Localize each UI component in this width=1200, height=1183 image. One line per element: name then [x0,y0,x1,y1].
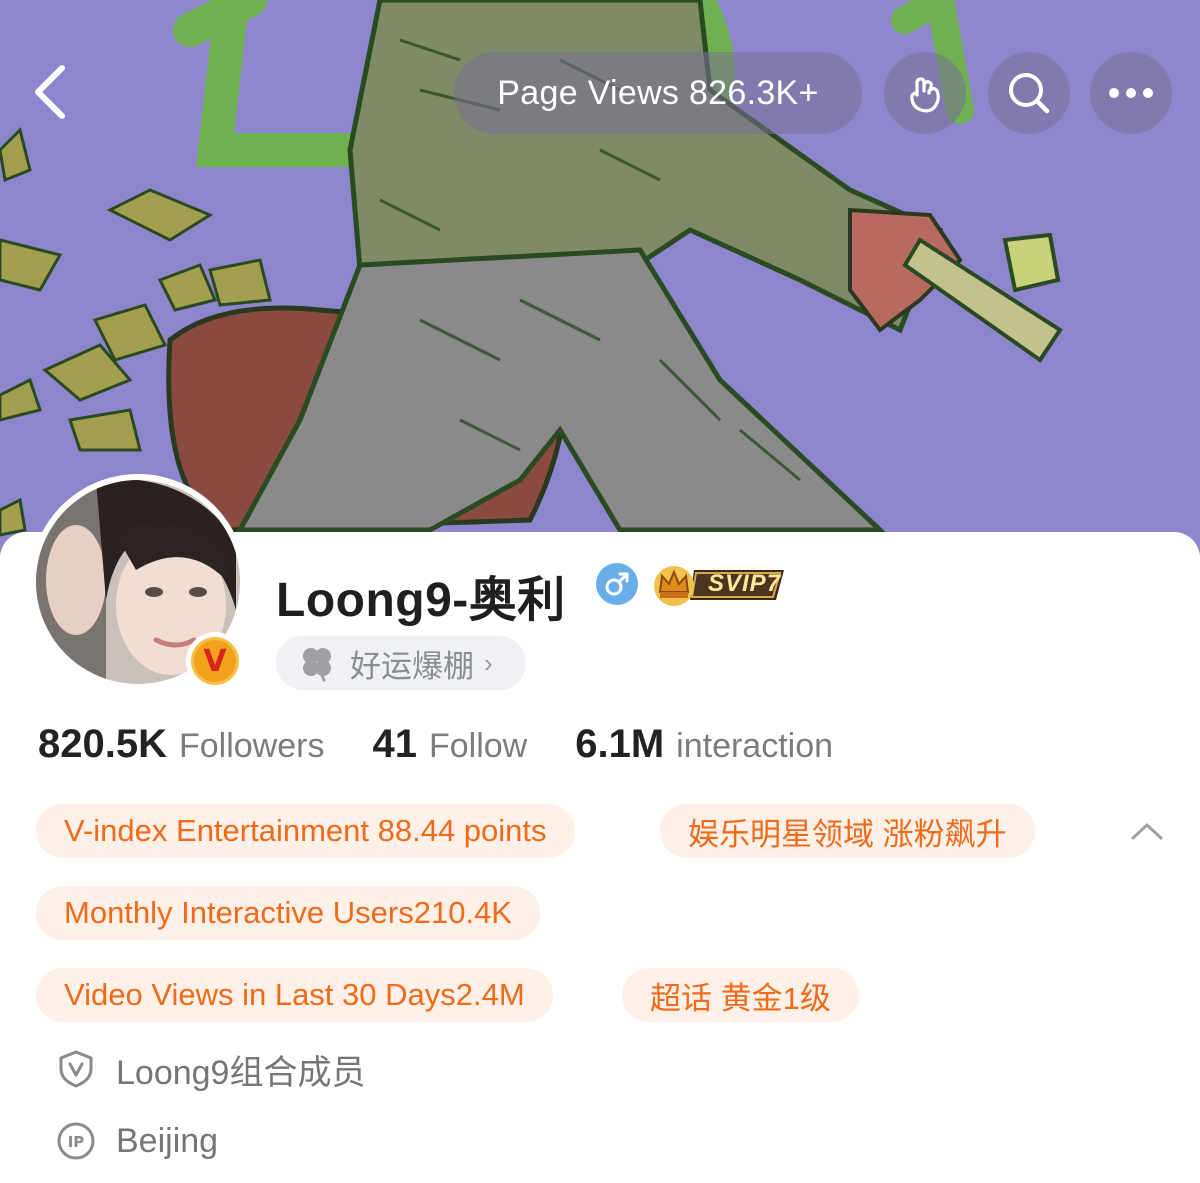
gesture-hand-icon [910,77,940,113]
more-button[interactable] [1090,52,1172,134]
status-pill-label: 好运爆棚 [350,648,474,684]
stats-row: 820.5K Followers 41 Follow 6.1M interact… [38,722,881,778]
ip-icon: IP [56,1121,96,1161]
interaction-label: interaction [676,727,834,765]
chevron-up-icon [1131,823,1163,840]
more-dots-icon [1109,88,1153,98]
followers-stat[interactable]: 820.5K Followers [38,722,324,767]
username: Loong9-奥利 [276,574,566,627]
svip-label: SVIP7 [708,570,782,597]
svg-text:IP: IP [68,1133,85,1151]
verification-text: Loong9组合成员 [116,1053,366,1092]
verification-row[interactable]: Loong9组合成员 [56,1044,365,1094]
male-gender-icon [596,563,638,605]
back-arrow-icon [35,65,65,119]
collapse-tags-button[interactable] [1124,810,1170,852]
follow-stat[interactable]: 41 Follow [372,722,527,767]
tag-video-views[interactable]: Video Views in Last 30 Days2.4M [36,968,553,1022]
search-button[interactable] [988,52,1070,134]
interaction-stat[interactable]: 6.1M interaction [575,722,833,767]
follow-label: Follow [428,727,528,765]
status-pill[interactable]: 好运爆棚 › [276,636,526,690]
tag-entertainment-rising[interactable]: 娱乐明星领域 涨粉飙升 [660,804,1035,858]
interaction-count: 6.1M [575,722,665,766]
tag-v-index[interactable]: V-index Entertainment 88.44 points [36,804,575,858]
page-views-pill[interactable]: Page Views 826.3K+ [454,52,862,134]
verified-v-badge: V [186,632,244,690]
clover-icon [303,648,331,682]
followers-count: 820.5K [38,722,167,766]
back-button[interactable] [18,52,82,132]
ip-location-text: Beijing [116,1121,219,1160]
gesture-button[interactable] [884,52,966,134]
followers-label: Followers [178,727,325,765]
search-icon [1009,73,1050,114]
tag-monthly-interactive-users[interactable]: Monthly Interactive Users210.4K [36,886,540,940]
ip-location-row: IP Beijing [56,1116,218,1166]
follow-count: 41 [372,722,417,766]
tag-super-topic[interactable]: 超话 黄金1级 [622,968,859,1022]
shield-v-icon [56,1049,96,1089]
chevron-right-icon: › [484,647,493,678]
